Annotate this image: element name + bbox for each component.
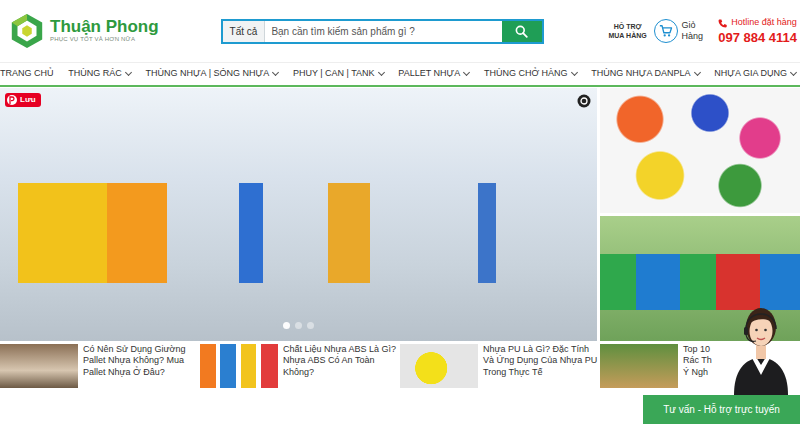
logo-name: Thuận Phong [50,18,159,36]
hero-side [600,88,800,341]
chevron-down-icon [694,69,701,76]
save-badge[interactable]: Lưu [5,93,41,107]
chevron-down-icon [272,69,279,76]
article-card[interactable]: Có Nên Sử Dụng Giường Pallet Nhựa Không?… [0,344,200,391]
support-agent-icon[interactable] [726,291,796,395]
nav-label: THÙNG NHỰA DANPLA [591,67,690,81]
hotline-label: Hotline đặt hàng [731,16,797,30]
hotline-number[interactable]: 097 884 4114 [718,30,797,46]
nav-label: THÙNG NHỰA | SÓNG NHỰA [145,67,269,81]
cart-link[interactable]: Giỏ Hàng [654,19,708,43]
slide-dot[interactable] [307,322,314,329]
slide-dot[interactable] [283,322,290,329]
nav-item[interactable]: THÙNG NHỰA | SÓNG NHỰA [145,67,278,81]
nav-item[interactable]: PHUY | CAN | TANK [293,67,384,81]
hero: Lưu [0,88,800,341]
chevron-down-icon [463,69,470,76]
search-button[interactable] [502,21,542,42]
cart-label: Giỏ Hàng [682,20,708,43]
pinterest-icon [7,95,17,105]
article-title: Nhựa PU Là Gì? Đặc Tính Và Ứng Dụng Của … [483,344,600,391]
hero-slide[interactable]: Lưu [0,88,597,341]
article-title: Chất Liệu Nhựa ABS Là Gì? Nhựa ABS Có An… [283,344,400,391]
article-title: Có Nên Sử Dụng Giường Pallet Nhựa Không?… [83,344,200,391]
main-menu: TRANG CHỦ THÙNG RÁC THÙNG NHỰA | SÓNG NHỰA… [0,62,800,87]
nav-label: NHỰA GIA DỤNG [714,67,787,81]
nav-item[interactable]: THÙNG CHỞ HÀNG [484,67,577,81]
article-thumbnail [200,344,278,388]
nav-item[interactable]: THÙNG NHỰA DANPLA [591,67,699,81]
nav-label: PALLET NHỰA [398,67,460,81]
article-title: Top 10 Rác Th Ý Ngh [683,344,733,391]
logo-tagline: PHỤC VỤ TỐT VÀ HƠN NỮA [50,35,159,44]
site-header: Thuận Phong PHỤC VỤ TỐT VÀ HƠN NỮA Tất c… [0,0,800,62]
logo-icon [8,12,46,50]
search-category[interactable]: Tất cả [223,21,266,42]
chat-button[interactable]: Tư vấn - Hỗ trợ trực tuyến [643,395,800,424]
support-link[interactable]: HỖ TRỢ MUA HÀNG [606,22,650,40]
slide-dot[interactable] [295,322,302,329]
nav-item[interactable]: TRANG CHỦ [0,67,54,81]
phone-icon [718,19,727,28]
chevron-down-icon [790,69,797,76]
article-card[interactable]: Nhựa PU Là Gì? Đặc Tính Và Ứng Dụng Của … [400,344,600,391]
slide-dots [0,322,597,329]
nav-item[interactable]: THÙNG RÁC [68,67,131,81]
nav-label: THÙNG CHỞ HÀNG [484,67,568,81]
article-list: Có Nên Sử Dụng Giường Pallet Nhựa Không?… [0,344,800,391]
nav-item[interactable]: NHỰA GIA DỤNG [714,67,796,81]
chevron-down-icon [125,69,132,76]
article-thumbnail [0,344,78,388]
chevron-down-icon [378,69,385,76]
nav-label: TRANG CHỦ [0,67,54,81]
pellets-banner[interactable] [600,88,800,213]
nav-label: PHUY | CAN | TANK [293,67,375,81]
article-thumbnail [600,344,678,388]
search-icon [515,25,528,38]
search-input[interactable] [265,21,501,42]
search-bar: Tất cả [221,19,544,44]
save-label: Lưu [20,94,36,106]
nav-label: THÙNG RÁC [68,67,122,81]
article-card[interactable]: Chất Liệu Nhựa ABS Là Gì? Nhựa ABS Có An… [200,344,400,391]
cart-icon [654,19,678,43]
logo[interactable]: Thuận Phong PHỤC VỤ TỐT VÀ HƠN NỮA [8,12,159,50]
article-thumbnail [400,344,478,388]
hotline[interactable]: Hotline đặt hàng 097 884 4114 [718,16,797,45]
zoom-icon[interactable] [577,94,591,108]
nav-item[interactable]: PALLET NHỰA [398,67,469,81]
chevron-down-icon [571,69,578,76]
